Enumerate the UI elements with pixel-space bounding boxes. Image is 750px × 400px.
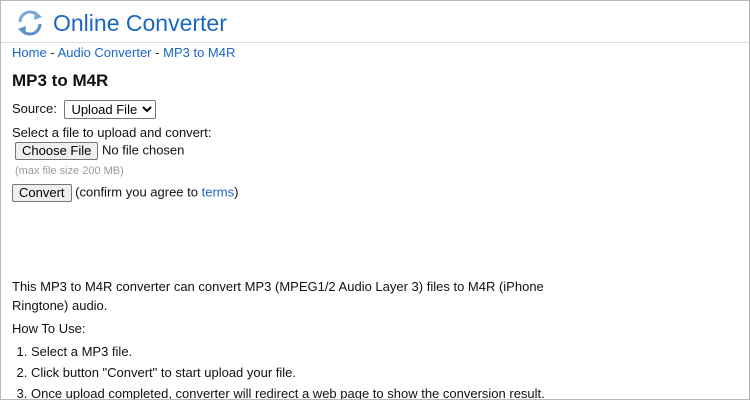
how-to-step: Once upload completed, converter will re… (31, 383, 545, 399)
confirm-suffix: ) (234, 184, 239, 200)
how-to-title: How To Use: (12, 321, 86, 336)
source-select[interactable]: Upload File (64, 100, 157, 119)
breadcrumb-audio-converter[interactable]: Audio Converter (58, 45, 152, 60)
converter-description: This MP3 to M4R converter can convert MP… (12, 279, 544, 313)
confirm-text: (confirm you agree to (75, 184, 198, 200)
how-to-step: Select a MP3 file. (31, 341, 545, 362)
page-title: MP3 to M4R (12, 71, 109, 90)
breadcrumb: Home - Audio Converter - MP3 to M4R (12, 45, 235, 61)
max-size-hint: (max file size 200 MB) (15, 165, 124, 177)
terms-link[interactable]: terms (202, 184, 235, 199)
how-to-step: Click button "Convert" to start upload y… (31, 362, 545, 383)
file-picker-row: Choose File No file chosen (15, 142, 184, 160)
breadcrumb-mp3-to-m4r[interactable]: MP3 to M4R (163, 45, 235, 60)
site-logo-text[interactable]: Online Converter (53, 9, 227, 37)
convert-button[interactable]: Convert (12, 184, 72, 202)
source-label: Source: (12, 100, 57, 116)
breadcrumb-home[interactable]: Home (12, 45, 47, 60)
breadcrumb-separator: - (155, 45, 160, 60)
breadcrumb-separator: - (50, 45, 55, 60)
no-file-text: No file chosen (102, 142, 185, 158)
convert-row: Convert (confirm you agree to terms) (12, 184, 238, 202)
choose-file-button[interactable]: Choose File (15, 142, 99, 160)
page-frame: Online Converter Home - Audio Converter … (0, 0, 750, 400)
site-header: Online Converter (1, 1, 749, 43)
select-prompt: Select a file to upload and convert: (12, 125, 212, 140)
refresh-arrows-icon[interactable] (15, 8, 45, 38)
how-to-steps: Select a MP3 file. Click button "Convert… (1, 341, 545, 399)
source-row: Source: Upload File (12, 100, 157, 119)
